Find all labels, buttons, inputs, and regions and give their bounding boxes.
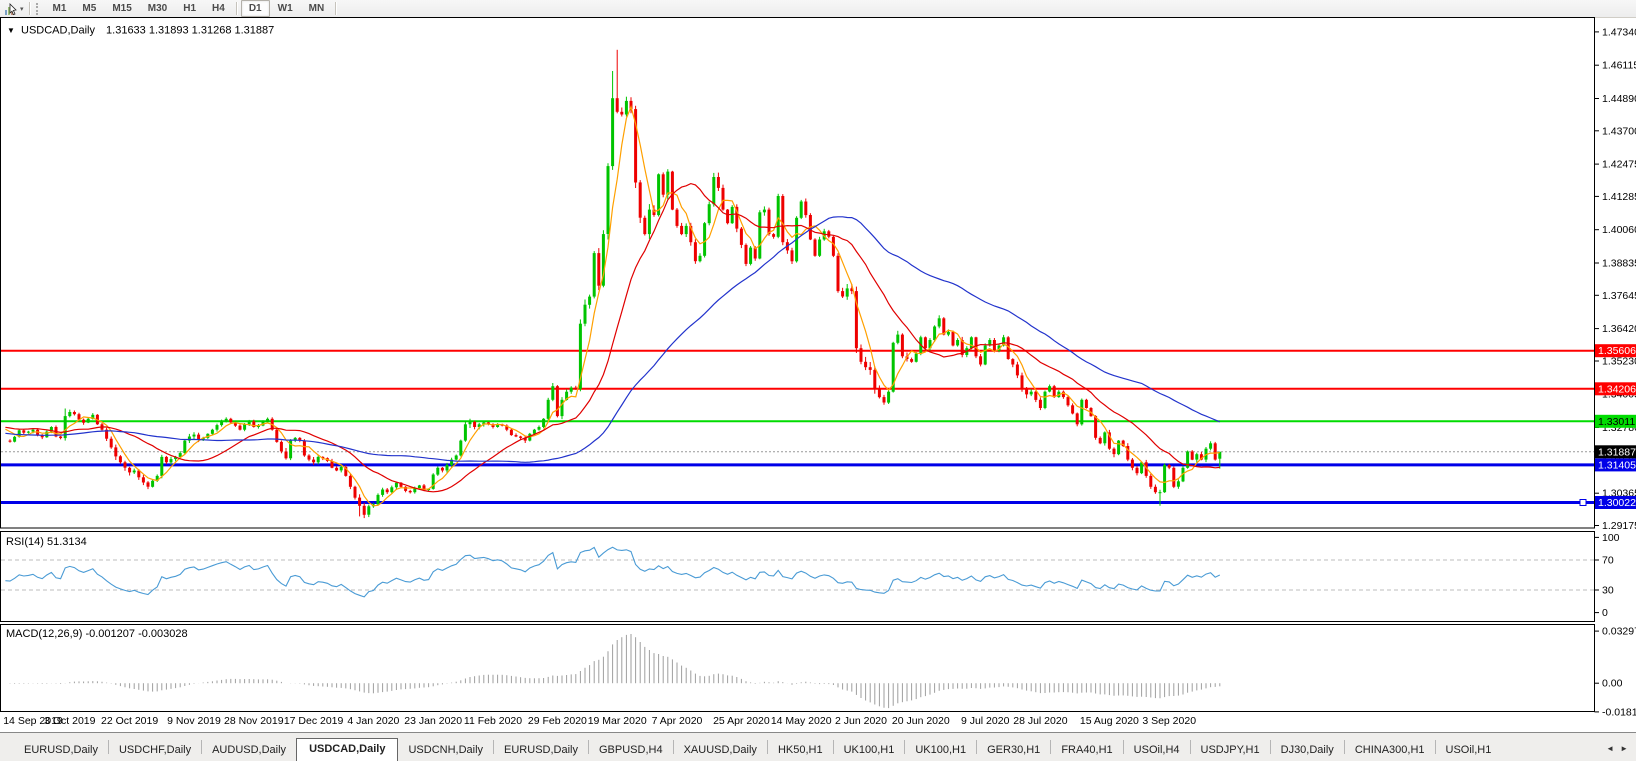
tab-dj30-daily[interactable]: DJ30,Daily: [1271, 740, 1344, 761]
rsi-panel[interactable]: [1, 532, 1595, 622]
chart-dropdown-icon[interactable]: ▼: [7, 26, 15, 35]
macd-panel[interactable]: [1, 625, 1595, 712]
chart-title-symbol: USDCAD,Daily: [21, 25, 95, 37]
price-tick-label: 1.42475: [1602, 159, 1636, 171]
macd-tick-label: -0.01815: [1602, 706, 1636, 718]
price-tick-label: 1.37645: [1602, 290, 1636, 302]
tf-button-mn[interactable]: MN: [301, 0, 333, 17]
tf-button-h4[interactable]: H4: [204, 0, 233, 17]
chart-title-ohlc: 1.31633 1.31893 1.31268 1.31887: [106, 25, 274, 37]
tab-usdcnh-daily[interactable]: USDCNH,Daily: [398, 740, 493, 761]
price-tick-label: 1.47340: [1602, 26, 1636, 38]
chart-title: USDCAD,Daily 1.31633 1.31893 1.31268 1.3…: [21, 25, 274, 37]
price-axis-labels: 1.35606 1.34206 1.33011 1.31405 1.30022 1.318…: [1595, 344, 1636, 509]
tab-uk100-h1-1[interactable]: UK100,H1: [834, 740, 905, 761]
toolbar-separator: [29, 2, 31, 15]
price-tick-label: 1.38835: [1602, 258, 1636, 270]
rsi-tick-label: 100: [1602, 532, 1620, 544]
tf-button-m1[interactable]: M1: [45, 0, 75, 17]
date-tick-label: 28 Jul 2020: [1013, 715, 1067, 727]
level-line-handle[interactable]: [1580, 500, 1586, 506]
tab-scroll-left-icon[interactable]: ◄: [1606, 744, 1614, 753]
price-axis[interactable]: 1.47340 1.46115 1.44890 1.43700 1.42475 1.412…: [1595, 26, 1636, 718]
time-axis[interactable]: 14 Sep 20193 Oct 201922 Oct 20199 Nov 20…: [3, 715, 1196, 727]
price-level-badge: 1.30022: [1598, 497, 1636, 509]
tab-eurusd-daily-2[interactable]: EURUSD,Daily: [494, 740, 588, 761]
tab-eurusd-daily-1[interactable]: EURUSD,Daily: [14, 740, 108, 761]
date-tick-label: 7 Apr 2020: [652, 715, 703, 727]
tf-button-m5[interactable]: M5: [74, 0, 104, 17]
price-level-badge: 1.31405: [1598, 459, 1636, 471]
chart-canvas[interactable]: 1.47340 1.46115 1.44890 1.43700 1.42475 1.412…: [0, 17, 1636, 732]
rsi-tick-label: 30: [1602, 585, 1614, 597]
tab-audusd-daily[interactable]: AUDUSD,Daily: [202, 740, 296, 761]
toolbar-separator: [236, 2, 238, 15]
toolbar-drag-grip[interactable]: [36, 3, 41, 15]
tab-usdchf-daily[interactable]: USDCHF,Daily: [109, 740, 201, 761]
toolbar-separator: [335, 2, 337, 15]
tab-scroll-right-icon[interactable]: ►: [1620, 744, 1628, 753]
tab-usdcad-daily-active[interactable]: USDCAD,Daily: [296, 738, 398, 761]
price-tick-label: 1.36420: [1602, 323, 1636, 335]
date-tick-label: 2 Jun 2020: [835, 715, 887, 727]
date-tick-label: 4 Jan 2020: [347, 715, 399, 727]
cursor-tool-icon[interactable]: [4, 2, 18, 16]
rsi-tick-label: 0: [1602, 607, 1608, 619]
tab-usoil-h1[interactable]: USOil,H1: [1436, 740, 1502, 761]
chart-tab-bar: EURUSD,Daily USDCHF,Daily AUDUSD,Daily U…: [0, 732, 1636, 761]
date-tick-label: 11 Feb 2020: [464, 715, 522, 727]
rsi-label: RSI(14) 51.3134: [6, 536, 87, 548]
tf-button-h1[interactable]: H1: [175, 0, 204, 17]
tab-xauusd-daily[interactable]: XAUUSD,Daily: [674, 740, 767, 761]
date-tick-label: 29 Feb 2020: [528, 715, 587, 727]
date-tick-label: 3 Oct 2019: [44, 715, 96, 727]
price-tick-label: 1.35230: [1602, 356, 1636, 368]
tab-uk100-h1-2[interactable]: UK100,H1: [905, 740, 976, 761]
cursor-tool-caret-icon[interactable]: ▾: [20, 5, 24, 13]
price-level-badge: 1.35606: [1598, 345, 1636, 357]
tab-china300-h1[interactable]: CHINA300,H1: [1345, 740, 1435, 761]
date-tick-label: 17 Dec 2019: [284, 715, 344, 727]
tab-hk50-h1[interactable]: HK50,H1: [768, 740, 833, 761]
price-tick-label: 1.46115: [1602, 60, 1636, 72]
price-tick-label: 1.44890: [1602, 93, 1636, 105]
tf-button-m15[interactable]: M15: [104, 0, 139, 17]
tab-fra40-h1[interactable]: FRA40,H1: [1051, 740, 1122, 761]
date-tick-label: 25 Apr 2020: [713, 715, 770, 727]
mt4-window: ▾ M1 M5 M15 M30 H1 H4 D1 W1 MN 1.473401.…: [0, 0, 1636, 761]
price-level-badge: 1.34206: [1598, 383, 1636, 395]
tf-button-m30[interactable]: M30: [140, 0, 175, 17]
date-tick-label: 3 Sep 2020: [1142, 715, 1196, 727]
macd-label: MACD(12,26,9) -0.001207 -0.003028: [6, 628, 188, 640]
rsi-tick-label: 70: [1602, 555, 1614, 567]
price-tick-label: 1.43700: [1602, 125, 1636, 137]
tab-usoil-h4[interactable]: USOil,H4: [1124, 740, 1190, 761]
date-tick-label: 22 Oct 2019: [101, 715, 158, 727]
price-tick-label: 1.29175: [1602, 520, 1636, 532]
date-tick-label: 9 Nov 2019: [167, 715, 221, 727]
price-tick-label: 1.40060: [1602, 224, 1636, 236]
date-tick-label: 28 Nov 2019: [224, 715, 284, 727]
timeframe-toolbar: ▾ M1 M5 M15 M30 H1 H4 D1 W1 MN: [0, 0, 1636, 18]
tab-usdjpy-h1[interactable]: USDJPY,H1: [1191, 740, 1270, 761]
price-level-badge: 1.31887: [1598, 446, 1636, 458]
tab-scroll-controls: ◄ ►: [1602, 744, 1636, 761]
tab-ger30-h1[interactable]: GER30,H1: [977, 740, 1050, 761]
date-tick-label: 15 Aug 2020: [1080, 715, 1139, 727]
date-tick-label: 14 May 2020: [771, 715, 832, 727]
price-tick-label: 1.41285: [1602, 191, 1636, 203]
macd-tick-label: 0.00: [1602, 678, 1623, 690]
price-level-badge: 1.33011: [1598, 416, 1635, 428]
macd-tick-label: 0.032972: [1602, 626, 1636, 638]
tf-button-w1[interactable]: W1: [270, 0, 301, 17]
date-tick-label: 20 Jun 2020: [892, 715, 950, 727]
tab-gbpusd-h4[interactable]: GBPUSD,H4: [589, 740, 673, 761]
date-tick-label: 23 Jan 2020: [404, 715, 462, 727]
tf-button-d1[interactable]: D1: [241, 0, 270, 17]
date-tick-label: 9 Jul 2020: [961, 715, 1010, 727]
date-tick-label: 19 Mar 2020: [588, 715, 647, 727]
